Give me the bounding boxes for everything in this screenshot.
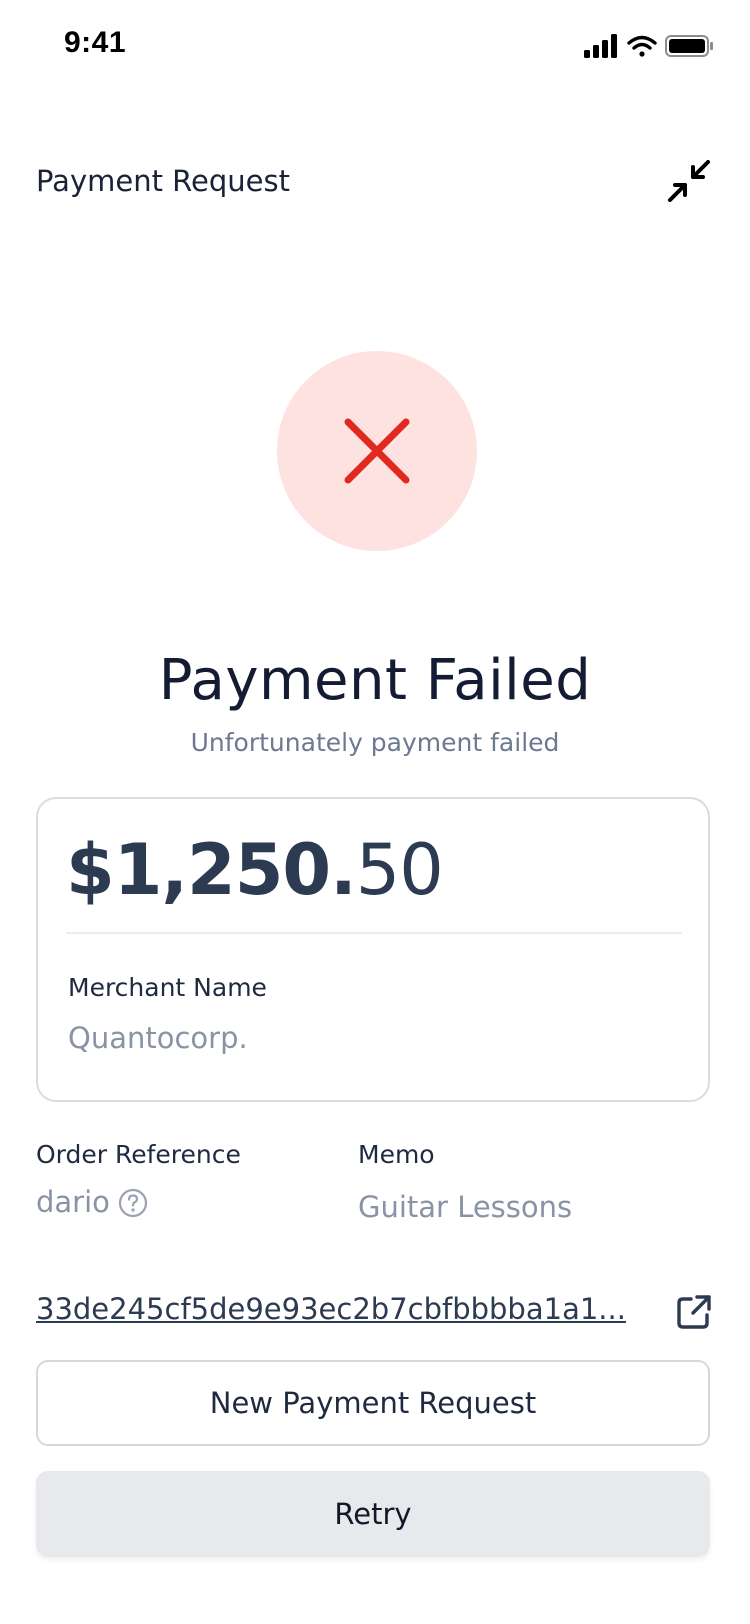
amount-minor: 50	[355, 829, 444, 911]
cellular-signal-icon	[584, 34, 617, 58]
battery-icon	[665, 35, 713, 57]
external-link-icon[interactable]	[675, 1293, 713, 1331]
question-circle-icon[interactable]	[118, 1188, 148, 1218]
amount: $1,250.50	[66, 829, 444, 911]
memo-label: Memo	[358, 1140, 435, 1169]
failure-status-badge	[277, 351, 477, 551]
status-time: 9:41	[64, 26, 127, 59]
collapse-arrows-icon	[668, 160, 710, 202]
status-icons	[584, 32, 714, 60]
order-reference-label: Order Reference	[36, 1140, 241, 1169]
collapse-button[interactable]	[664, 156, 714, 206]
memo-value: Guitar Lessons	[358, 1190, 573, 1224]
amount-major: $1,250.	[66, 829, 357, 911]
transaction-hash-link[interactable]: 33de245cf5de9e93ec2b7cbfbbbba1a1...	[36, 1292, 626, 1326]
order-reference-value: dario	[36, 1185, 110, 1219]
status-bar: 9:41	[0, 0, 750, 90]
new-payment-request-button[interactable]: New Payment Request	[36, 1360, 710, 1446]
divider	[66, 932, 682, 934]
status-subtitle: Unfortunately payment failed	[190, 728, 560, 757]
merchant-value: Quantocorp.	[68, 1021, 248, 1055]
x-mark-icon	[344, 418, 410, 484]
amount-card: $1,250.50 Merchant Name Quantocorp.	[36, 797, 710, 1102]
status-title: Payment Failed	[158, 648, 592, 713]
retry-button[interactable]: Retry	[36, 1471, 710, 1557]
wifi-icon	[627, 35, 657, 57]
merchant-label: Merchant Name	[68, 973, 267, 1002]
page-title: Payment Request	[36, 164, 290, 198]
